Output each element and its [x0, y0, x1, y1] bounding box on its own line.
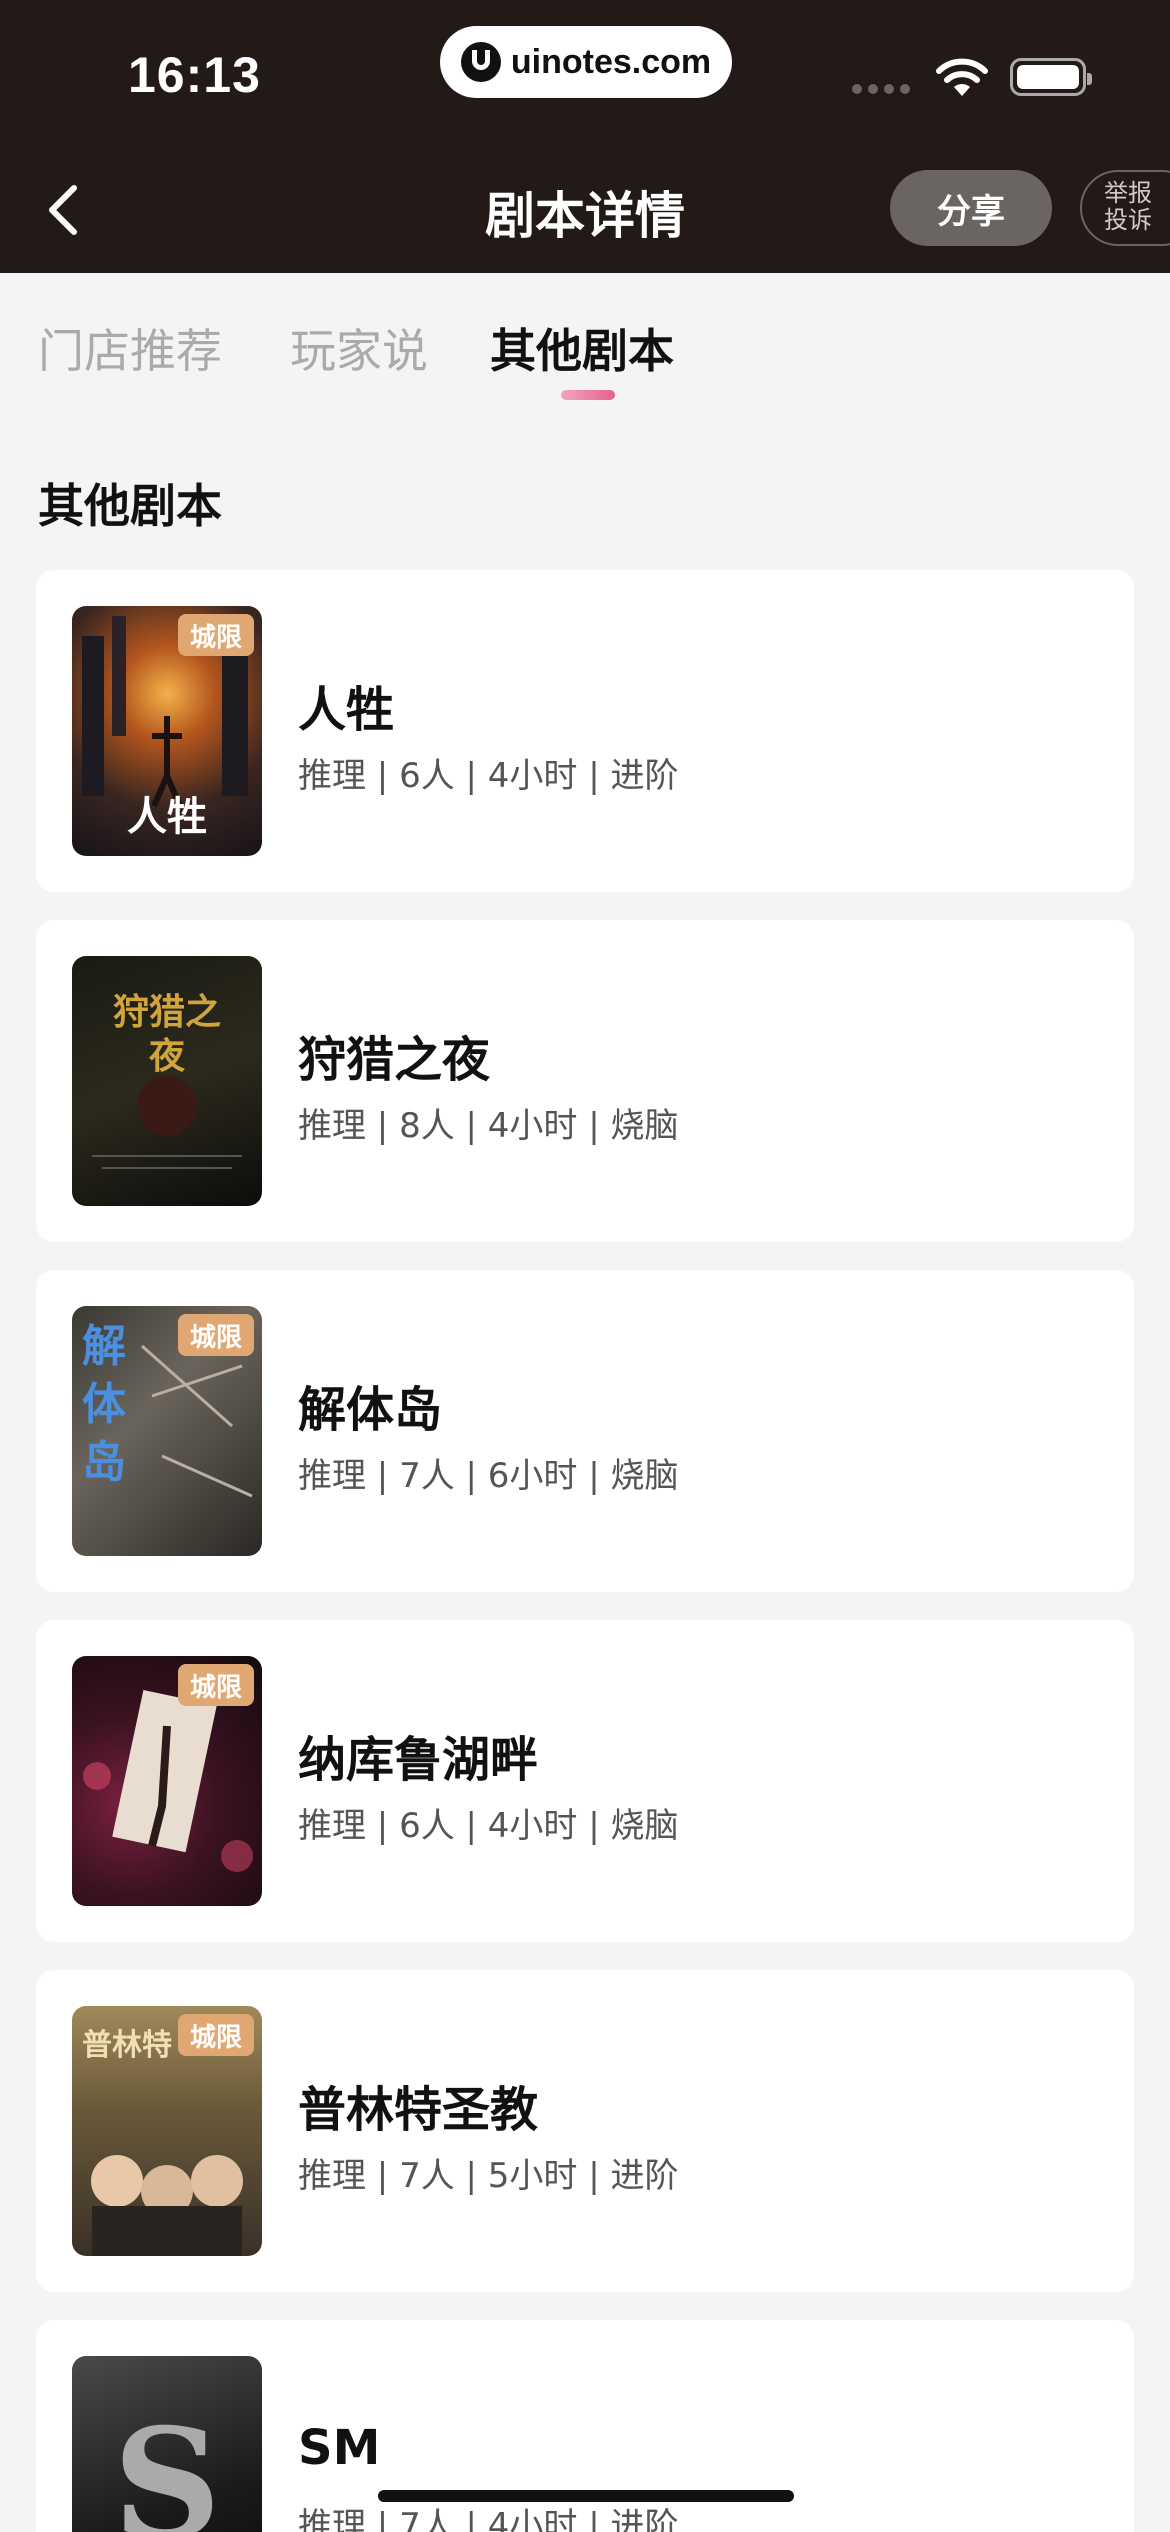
- script-meta: 推理 | 6人 | 4小时 | 进阶: [298, 756, 679, 796]
- script-meta: 推理 | 8人 | 4小时 | 烧脑: [298, 1106, 679, 1146]
- script-meta: 推理 | 7人 | 5小时 | 进阶: [298, 2156, 679, 2196]
- script-meta: 推理 | 7人 | 6小时 | 烧脑: [298, 1456, 679, 1496]
- city-limited-badge: 城限: [178, 1314, 254, 1356]
- script-title: 纳库鲁湖畔: [298, 1732, 539, 1788]
- header: 16:13 uinotes.com 剧本详情 分享 举报 投诉: [0, 0, 1170, 273]
- tab-active-indicator: [561, 390, 615, 400]
- status-bar: 16:13 uinotes.com: [0, 0, 1170, 140]
- cellular-signal-icon: [852, 84, 910, 94]
- script-card[interactable]: 人牲 城限 人牲 推理 | 6人 | 4小时 | 进阶: [36, 570, 1134, 892]
- status-time: 16:13: [128, 47, 261, 103]
- script-title: 狩猎之夜: [298, 1032, 491, 1088]
- url-text: uinotes.com: [510, 42, 712, 81]
- battery-icon: [1010, 58, 1092, 96]
- cover-title-text: 人牲: [127, 793, 207, 840]
- cover-title-text: 解体岛: [82, 1321, 126, 1488]
- script-title: 解体岛: [298, 1382, 443, 1438]
- cover-title-text: 狩猎之夜: [112, 991, 221, 1077]
- tab-store-recommend[interactable]: 门店推荐: [38, 315, 222, 381]
- script-card[interactable]: 普林特 城限 普林特圣教 推理 | 7人 | 5小时 | 进阶: [36, 1970, 1134, 2292]
- script-title: SM: [298, 2420, 381, 2476]
- wifi-icon: [936, 58, 988, 96]
- script-title: 普林特圣教: [298, 2082, 539, 2138]
- script-card[interactable]: 狩猎之夜 狩猎之夜 推理 | 8人 | 4小时 | 烧脑: [36, 920, 1134, 1242]
- uinotes-logo-icon: [460, 42, 501, 82]
- tab-other-scripts[interactable]: 其他剧本: [490, 315, 674, 381]
- script-cover: 普林特 城限: [72, 2006, 262, 2256]
- script-cover: 城限: [72, 1656, 262, 1906]
- cover-title-text: S: [112, 2396, 222, 2532]
- url-pill[interactable]: uinotes.com: [440, 26, 732, 98]
- section-title: 其他剧本: [38, 479, 222, 533]
- tab-player-reviews[interactable]: 玩家说: [290, 315, 428, 381]
- script-cover: S: [72, 2356, 262, 2532]
- city-limited-badge: 城限: [178, 1664, 254, 1706]
- city-limited-badge: 城限: [178, 614, 254, 656]
- script-title: 人牲: [298, 682, 395, 738]
- script-cover: 人牲 城限: [72, 606, 262, 856]
- share-button[interactable]: 分享: [890, 170, 1052, 246]
- home-indicator: [378, 2490, 794, 2502]
- tab-bar: 门店推荐 玩家说 其他剧本: [0, 273, 1170, 413]
- nav-bar: 剧本详情 分享 举报 投诉: [0, 150, 1170, 265]
- report-button[interactable]: 举报 投诉: [1080, 170, 1170, 246]
- city-limited-badge: 城限: [178, 2014, 254, 2056]
- report-label-line2: 投诉: [1104, 206, 1152, 234]
- script-meta: 推理 | 7人 | 4小时 | 进阶: [298, 2506, 679, 2532]
- script-card[interactable]: 解体岛 城限 解体岛 推理 | 7人 | 6小时 | 烧脑: [36, 1270, 1134, 1592]
- script-cover: 解体岛 城限: [72, 1306, 262, 1556]
- script-meta: 推理 | 6人 | 4小时 | 烧脑: [298, 1806, 679, 1846]
- script-cover: 狩猎之夜: [72, 956, 262, 1206]
- report-label-line1: 举报: [1104, 179, 1152, 207]
- script-card[interactable]: 城限 纳库鲁湖畔 推理 | 6人 | 4小时 | 烧脑: [36, 1620, 1134, 1942]
